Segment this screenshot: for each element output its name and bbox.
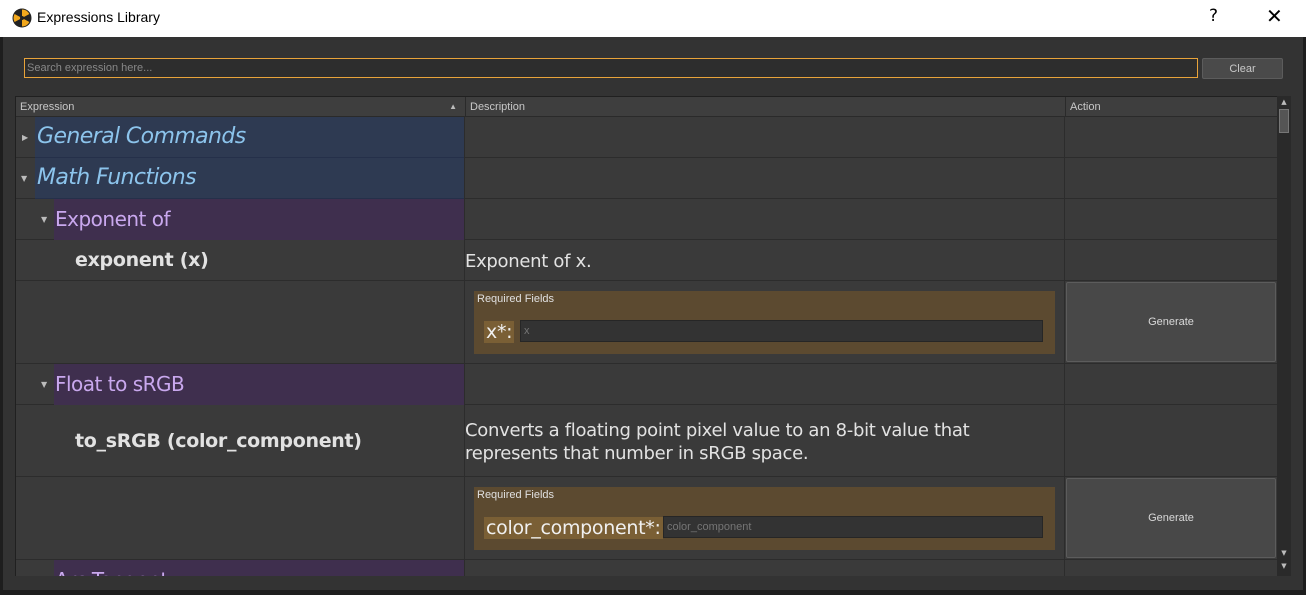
sort-ascending-icon: ▲ — [449, 102, 457, 111]
required-fields-panel: Required Fields color_component*: — [474, 487, 1055, 550]
field-input-x[interactable] — [520, 320, 1043, 342]
column-header-description[interactable]: Description — [465, 97, 1065, 117]
window-title: Expressions Library — [37, 9, 160, 25]
scrollbar-thumb[interactable] — [1279, 109, 1289, 133]
generate-button[interactable]: Generate — [1066, 478, 1276, 558]
column-divider — [464, 117, 465, 577]
expression-name[interactable]: to_sRGB (color_component) — [75, 430, 362, 452]
title-bar: Expressions Library ? ✕ — [0, 0, 1306, 37]
field-input-color-component[interactable] — [663, 516, 1043, 538]
collapse-arrow-icon[interactable]: ▼ — [41, 215, 47, 224]
required-fields-title: Required Fields — [477, 489, 555, 501]
nuke-app-icon — [12, 8, 32, 28]
expression-table: Expression ▲ Description Action ▶ Genera… — [15, 96, 1279, 578]
vertical-scrollbar[interactable]: ▲ ▼ ▼ — [1277, 96, 1291, 576]
expression-description-line-1: Converts a floating point pixel value to… — [465, 420, 970, 441]
column-divider — [1064, 117, 1065, 577]
scroll-end-arrow-icon[interactable]: ▼ — [1279, 562, 1289, 571]
column-header-expression[interactable]: Expression ▲ — [16, 97, 465, 117]
search-input[interactable] — [24, 58, 1198, 78]
column-header-description-label: Description — [470, 101, 526, 113]
expression-name[interactable]: exponent (x) — [75, 249, 209, 271]
subcategory-float-to-srgb[interactable]: Float to sRGB — [54, 364, 464, 405]
required-fields-title: Required Fields — [477, 293, 555, 305]
field-label-color-component: color_component*: — [484, 517, 663, 539]
expand-arrow-icon[interactable]: ▶ — [22, 133, 28, 142]
category-math-functions[interactable]: Math Functions — [35, 158, 464, 199]
scroll-down-arrow-icon[interactable]: ▼ — [1279, 549, 1289, 558]
help-button[interactable]: ? — [1209, 6, 1218, 26]
column-header-expression-label: Expression — [20, 101, 75, 113]
collapse-arrow-icon[interactable]: ▼ — [41, 380, 47, 389]
column-header-action[interactable]: Action — [1065, 97, 1278, 117]
generate-button[interactable]: Generate — [1066, 282, 1276, 362]
expression-description: Exponent of x. — [465, 251, 592, 272]
expression-description-line-2: represents that number in sRGB space. — [465, 443, 809, 464]
collapse-arrow-icon[interactable]: ▼ — [21, 174, 27, 183]
required-fields-panel: Required Fields x*: — [474, 291, 1055, 354]
close-button[interactable]: ✕ — [1266, 4, 1283, 28]
dialog-footer — [3, 576, 1303, 590]
category-general-commands[interactable]: General Commands — [35, 117, 464, 158]
scroll-up-arrow-icon[interactable]: ▲ — [1279, 98, 1289, 107]
column-header-action-label: Action — [1070, 101, 1101, 113]
field-label-x: x*: — [484, 321, 515, 343]
clear-button[interactable]: Clear — [1202, 58, 1283, 79]
subcategory-exponent-of[interactable]: Exponent of — [54, 199, 464, 240]
